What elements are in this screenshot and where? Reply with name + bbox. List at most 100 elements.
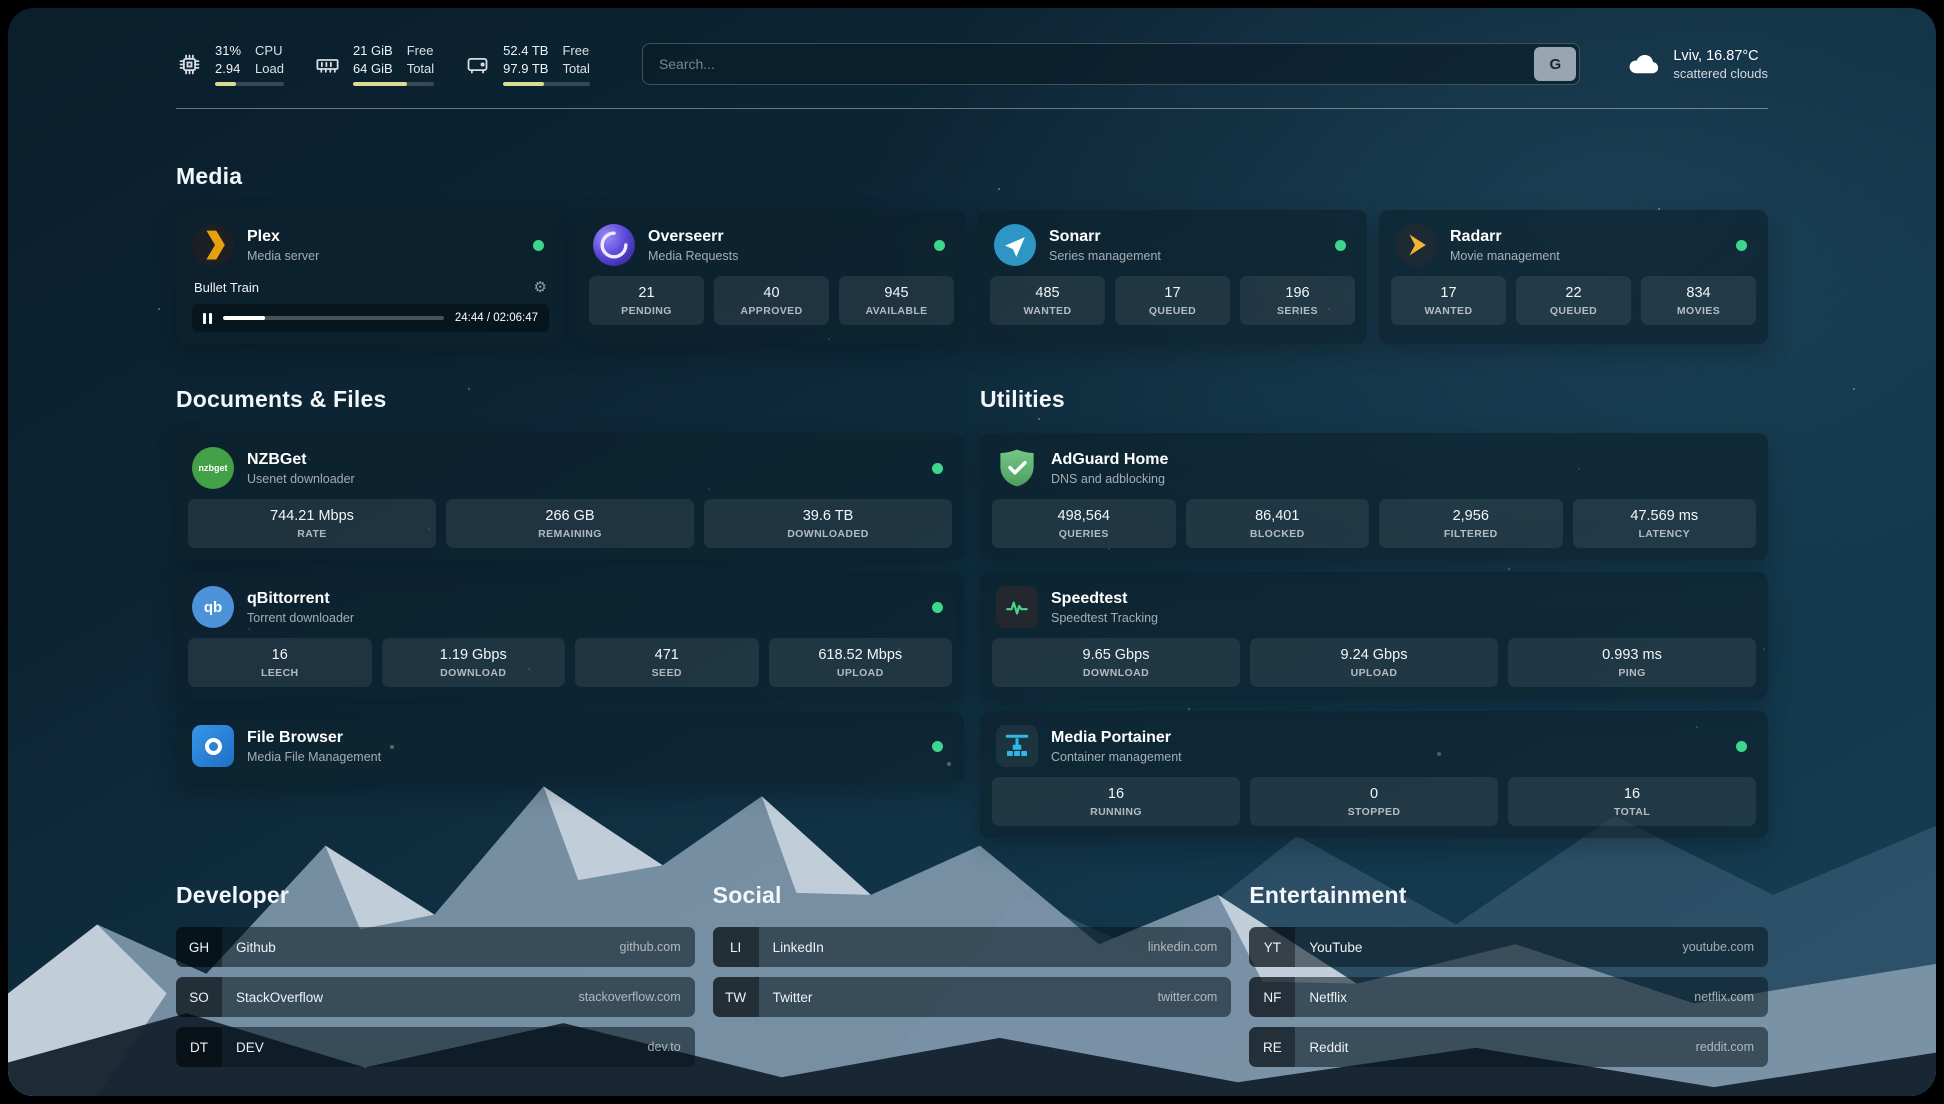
stat-latency: 47.569 ms LATENCY [1573,499,1757,548]
stat-rate: 744.21 Mbps RATE [188,499,436,548]
stat-value: 1.19 Gbps [386,647,562,663]
bookmark-name: YouTube [1295,940,1682,955]
bookmark-name: LinkedIn [759,940,1148,955]
stat-pending: 21 PENDING [589,276,704,325]
bookmark-url: github.com [620,940,695,954]
bookmark-name: StackOverflow [222,990,579,1005]
bookmark-url: dev.to [648,1040,695,1054]
stat-value: 22 [1520,285,1627,301]
memory-free-label: Free [407,42,434,60]
service-card-sonarr[interactable]: Sonarr Series management 485 WANTED 17 Q… [978,210,1367,344]
bookmark-url: youtube.com [1682,940,1768,954]
stat-stopped: 0 STOPPED [1250,777,1498,826]
memory-free-value: 21 GiB [353,42,393,60]
stat-label: DOWNLOADED [708,528,948,540]
stat-value: 744.21 Mbps [192,508,432,524]
stat-label: SERIES [1244,305,1351,317]
search-input[interactable] [643,44,1531,84]
cloud-icon [1626,47,1660,81]
service-card-portainer[interactable]: Media Portainer Container management 16 … [980,711,1768,838]
stat-approved: 40 APPROVED [714,276,829,325]
cpu-icon [176,51,203,78]
memory-icon [314,51,341,78]
filebrowser-icon [192,725,234,767]
stat-value: 47.569 ms [1577,508,1753,524]
section-utilities: Utilities AdGuard Home [980,386,1768,838]
service-name: AdGuard Home [1051,451,1752,469]
service-card-speedtest[interactable]: Speedtest Speedtest Tracking 9.65 Gbps D… [980,572,1768,699]
stat-queries: 498,564 QUERIES [992,499,1176,548]
bookmark-abbr: DT [176,1027,222,1067]
service-subtitle: Media server [247,249,520,263]
bookmark-youtube[interactable]: YT YouTube youtube.com [1249,927,1768,967]
service-card-plex[interactable]: Plex Media server Bullet Train ⚙ [176,210,565,344]
stat-label: FILTERED [1383,528,1559,540]
stat-value: 945 [843,285,950,301]
section-social: Social LI LinkedIn linkedin.com TW Twitt… [713,882,1232,1077]
adguard-icon [996,447,1038,489]
stat-downloaded: 39.6 TB DOWNLOADED [704,499,952,548]
stat-value: 2,956 [1383,508,1559,524]
stat-value: 9.24 Gbps [1254,647,1494,663]
service-card-qbittorrent[interactable]: qb qBittorrent Torrent downloader 16 LEE… [176,572,964,699]
stat-download: 1.19 Gbps DOWNLOAD [382,638,566,687]
status-indicator [932,741,943,752]
service-subtitle: DNS and adblocking [1051,472,1752,486]
stat-label: RUNNING [996,806,1236,818]
stat-value: 39.6 TB [708,508,948,524]
service-card-overseerr[interactable]: Overseerr Media Requests 21 PENDING 40 A… [577,210,966,344]
stat-label: TOTAL [1512,806,1752,818]
service-card-radarr[interactable]: Radarr Movie management 17 WANTED 22 QUE… [1379,210,1768,344]
stat-seed: 471 SEED [575,638,759,687]
stat-label: APPROVED [718,305,825,317]
disk-total-label: Total [562,60,589,78]
memory-total-value: 64 GiB [353,60,393,78]
sonarr-icon [994,224,1036,266]
stat-value: 9.65 Gbps [996,647,1236,663]
bookmark-stackoverflow[interactable]: SO StackOverflow stackoverflow.com [176,977,695,1017]
stat-value: 40 [718,285,825,301]
stat-label: LEECH [192,667,368,679]
stat-wanted: 17 WANTED [1391,276,1506,325]
disk-usage-bar [503,82,590,86]
bookmark-name: Reddit [1295,1040,1695,1055]
top-bar: 31% 2.94 CPU Load [176,42,1768,86]
bookmark-netflix[interactable]: NF Netflix netflix.com [1249,977,1768,1017]
stat-value: 498,564 [996,508,1172,524]
playback-progress-bar[interactable] [223,316,444,320]
service-name: Sonarr [1049,228,1322,246]
bookmark-reddit[interactable]: RE Reddit reddit.com [1249,1027,1768,1067]
stat-value: 17 [1119,285,1226,301]
stat-value: 0.993 ms [1512,647,1752,663]
bookmark-url: linkedin.com [1148,940,1231,954]
section-title-media: Media [176,163,1768,190]
gear-icon[interactable]: ⚙ [534,278,547,296]
disk-total-value: 97.9 TB [503,60,548,78]
status-indicator [932,602,943,613]
service-card-filebrowser[interactable]: File Browser Media File Management [176,711,964,783]
stat-label: SEED [579,667,755,679]
status-indicator [1335,240,1346,251]
service-subtitle: Movie management [1450,249,1723,263]
bookmark-linkedin[interactable]: LI LinkedIn linkedin.com [713,927,1232,967]
memory-usage-bar [353,82,434,86]
search-engine-button[interactable]: G [1534,47,1576,81]
section-title-utilities: Utilities [980,386,1768,413]
bookmark-github[interactable]: GH Github github.com [176,927,695,967]
bookmark-twitter[interactable]: TW Twitter twitter.com [713,977,1232,1017]
stat-remaining: 266 GB REMAINING [446,499,694,548]
service-name: Speedtest [1051,590,1752,608]
service-card-nzbget[interactable]: nzbget NZBGet Usenet downloader 744.21 M… [176,433,964,560]
section-developer: Developer GH Github github.com SO StackO… [176,882,695,1077]
stat-label: LATENCY [1577,528,1753,540]
bookmark-dev[interactable]: DT DEV dev.to [176,1027,695,1067]
stat-label: UPLOAD [1254,667,1494,679]
stat-upload: 618.52 Mbps UPLOAD [769,638,953,687]
stat-leech: 16 LEECH [188,638,372,687]
stat-download: 9.65 Gbps DOWNLOAD [992,638,1240,687]
stat-label: REMAINING [450,528,690,540]
service-card-adguard[interactable]: AdGuard Home DNS and adblocking 498,564 … [980,433,1768,560]
overseerr-icon [593,224,635,266]
weather-widget[interactable]: Lviv, 16.87°C scattered clouds [1626,47,1768,81]
pause-icon[interactable] [203,313,212,324]
